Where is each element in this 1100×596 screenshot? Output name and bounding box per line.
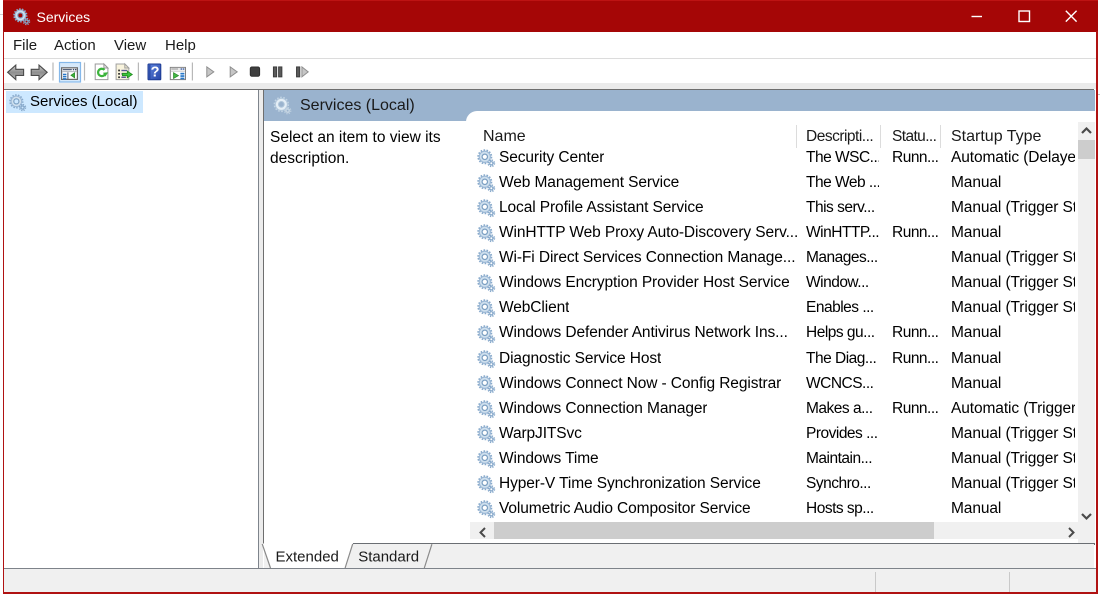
- svg-text:?: ?: [151, 65, 160, 81]
- svg-text:Extended: Extended: [276, 549, 339, 566]
- svg-text:Standard: Standard: [358, 549, 419, 566]
